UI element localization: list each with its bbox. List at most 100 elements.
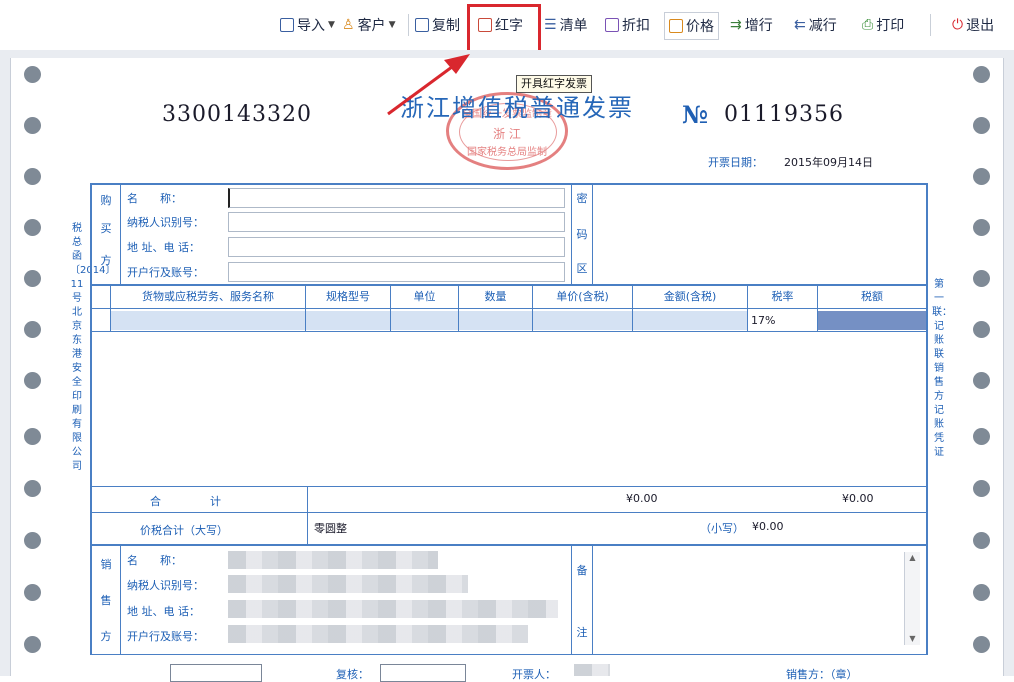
totals-top <box>90 486 928 487</box>
discount-label: 折扣 <box>622 18 650 34</box>
buyer-address-field[interactable] <box>228 237 565 257</box>
printer-icon: ⎙ <box>862 17 874 33</box>
tractor-hole <box>24 168 41 185</box>
price-label: 价格 <box>686 19 714 35</box>
review-field[interactable] <box>380 664 466 682</box>
chevron-down-icon: ▼ <box>328 20 335 30</box>
scroll-down-icon[interactable]: ▼ <box>905 633 920 645</box>
list-label: 清单 <box>559 18 588 34</box>
invoice-date-label: 开票日期： <box>708 156 763 169</box>
tax-total-label: 价税合计（大写） <box>140 524 228 537</box>
divider <box>408 14 409 36</box>
row1-spec-cell[interactable] <box>306 311 390 330</box>
frame-right <box>926 183 928 655</box>
invoice-number: 01119356 <box>724 102 844 127</box>
row1-amount-cell[interactable] <box>633 311 747 330</box>
tractor-hole <box>973 532 990 549</box>
total-tax: ¥0.00 <box>842 492 874 505</box>
row1-tax-rate-cell[interactable]: 17% <box>748 311 817 330</box>
tractor-hole <box>973 168 990 185</box>
customer-button[interactable]: ♙ 客户 ▼ <box>342 12 395 38</box>
buyer-name-field[interactable] <box>228 188 565 208</box>
tractor-hole <box>24 270 41 287</box>
tractor-hole <box>24 584 41 601</box>
buyer-side-char: 买 <box>100 222 112 235</box>
delete-row-button[interactable]: ⇇ 减行 <box>794 12 837 38</box>
tractor-hole <box>973 480 990 497</box>
print-label: 打印 <box>876 18 905 34</box>
tractor-hole <box>24 321 41 338</box>
remark-side-char: 注 <box>576 626 588 639</box>
table-header-bottom <box>90 308 928 309</box>
review-label: 复核： <box>336 668 369 681</box>
seller-bank-label: 开户行及账号： <box>127 630 204 643</box>
total-label: 合 计 <box>150 495 222 508</box>
tractor-hole <box>973 66 990 83</box>
tractor-hole <box>24 636 41 653</box>
seller-side-char: 销 <box>100 558 112 571</box>
cipher-side-char: 码 <box>576 228 588 241</box>
remark-side-char: 备 <box>576 564 588 577</box>
buyer-bank-label: 开户行及账号： <box>127 266 204 279</box>
tax-total-upper: 零圆整 <box>314 522 347 535</box>
row1-unit-price-cell[interactable] <box>533 311 632 330</box>
seller-remark-divider <box>571 546 572 655</box>
seal-middle-text: 浙 江 <box>493 127 521 141</box>
buyer-tax-id-label: 纳税人识别号： <box>127 216 204 229</box>
col-header-amount: 金额(含税) <box>663 290 717 303</box>
red-invoice-highlight-box <box>467 4 541 54</box>
row1-tax-amount-cell[interactable] <box>818 311 926 330</box>
seller-stamp-label: 销售方：（章） <box>786 668 858 681</box>
seller-address-redacted <box>228 600 558 618</box>
col-header-unit-price: 单价(含税) <box>556 290 609 303</box>
col-header-quantity: 数量 <box>484 290 507 303</box>
total-amount: ¥0.00 <box>626 492 658 505</box>
remark-side-divider <box>592 546 593 655</box>
seller-name-redacted <box>228 551 438 569</box>
import-button[interactable]: 导入 ▼ <box>280 12 335 38</box>
remark-scrollbar[interactable]: ▲ ▼ <box>904 552 920 645</box>
delete-row-label: 减行 <box>808 18 837 34</box>
buyer-address-label: 地 址、电 话： <box>127 241 200 254</box>
issuer-label: 开票人： <box>512 668 556 681</box>
buyer-tax-id-field[interactable] <box>228 212 565 232</box>
cipher-side-divider <box>592 184 593 284</box>
tractor-hole <box>973 321 990 338</box>
seller-bottom <box>90 654 928 655</box>
price-button[interactable]: 价格 <box>664 12 719 40</box>
table-row-bottom <box>90 331 928 332</box>
exit-button[interactable]: ⏻ 退出 <box>952 12 994 38</box>
row1-goods-name-cell[interactable] <box>111 311 305 330</box>
left-vertical-print-info: 税总函〔2014〕11号北京东港安全印刷有限公司 <box>70 223 115 472</box>
seller-tax-id-label: 纳税人识别号： <box>127 579 204 592</box>
tractor-hole <box>973 372 990 389</box>
row1-unit-cell[interactable] <box>391 311 458 330</box>
cipher-side-char: 区 <box>576 262 588 275</box>
list-button[interactable]: ☰ 清单 <box>544 12 588 38</box>
buyer-side-char: 方 <box>100 254 112 267</box>
add-row-icon: ⇉ <box>730 17 742 33</box>
buyer-name-label: 名 称： <box>127 192 182 205</box>
import-icon <box>280 18 294 32</box>
tax-total-small: ¥0.00 <box>752 520 784 533</box>
tractor-hole <box>973 270 990 287</box>
payee-field[interactable] <box>170 664 262 682</box>
tractor-hole <box>24 372 41 389</box>
print-button[interactable]: ⎙ 打印 <box>862 12 904 38</box>
discount-button[interactable]: 折扣 <box>605 12 650 38</box>
totals-mid <box>90 512 928 513</box>
add-row-button[interactable]: ⇉ 增行 <box>730 12 773 38</box>
frame-top <box>90 183 928 185</box>
col-header-tax-amount: 税额 <box>861 290 883 303</box>
buyer-bank-field[interactable] <box>228 262 565 282</box>
tractor-hole <box>973 636 990 653</box>
copy-button[interactable]: 复制 <box>415 12 460 38</box>
seller-side-char: 方 <box>100 630 112 643</box>
row1-quantity-cell[interactable] <box>459 311 532 330</box>
totals-bottom <box>90 544 928 546</box>
delete-row-icon: ⇇ <box>794 17 806 33</box>
scroll-up-icon[interactable]: ▲ <box>905 552 920 564</box>
copy-icon <box>415 18 429 32</box>
seller-bank-redacted <box>228 625 528 643</box>
invoice-code: 3300143320 <box>162 102 312 127</box>
